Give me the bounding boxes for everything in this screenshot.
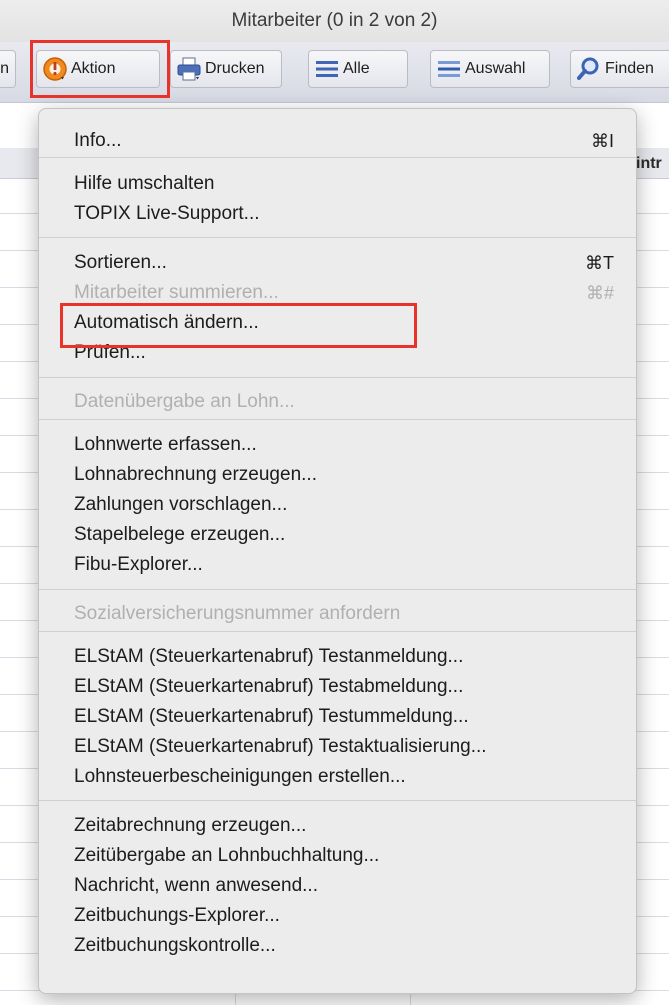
menu-item[interactable]: Fibu-Explorer...	[74, 550, 614, 580]
menu-item-label: ELStAM (Steuerkartenabruf) Testabmeldung…	[74, 676, 464, 697]
auswahl-button[interactable]: Auswahl	[430, 50, 550, 88]
menu-item-shortcut: ⌘T	[585, 253, 614, 273]
selection-list-icon	[435, 55, 463, 83]
menu-item[interactable]: Zeitübergabe an Lohnbuchhaltung...	[74, 841, 614, 871]
aktion-dropdown-menu: Info... ⌘I Hilfe umschalten TOPIX Live-Supp…	[38, 108, 637, 994]
menu-item[interactable]: Zeitbuchungskontrolle...	[74, 931, 614, 961]
menu-item[interactable]: TOPIX Live-Support...	[74, 199, 614, 229]
list-all-icon	[313, 55, 341, 83]
menu-item-label: ELStAM (Steuerkartenabruf) Testanmeldung…	[74, 646, 464, 667]
menu-item-label: Nachricht, wenn anwesend...	[74, 875, 318, 896]
column-header-fragment: intr	[636, 155, 662, 172]
toolbar-button-partial-label: n	[0, 60, 9, 77]
menu-item-label: Automatisch ändern...	[74, 312, 259, 333]
drucken-button[interactable]: Drucken	[170, 50, 282, 88]
menu-item[interactable]: Hilfe umschalten	[74, 169, 614, 199]
menu-item-label: Mitarbeiter summieren...	[74, 282, 279, 303]
menu-item-label: Datenübergabe an Lohn...	[74, 391, 295, 412]
menu-item[interactable]: Lohnabrechnung erzeugen...	[74, 460, 614, 490]
menu-item[interactable]: Nachricht, wenn anwesend...	[74, 871, 614, 901]
menu-item[interactable]: ELStAM (Steuerkartenabruf) Testaktualisi…	[74, 732, 614, 762]
menu-item[interactable]: Automatisch ändern...	[74, 308, 614, 338]
title-bar: Mitarbeiter (0 in 2 von 2)	[0, 0, 669, 43]
menu-item-label: Zeitübergabe an Lohnbuchhaltung...	[74, 845, 380, 866]
menu-item[interactable]: ELStAM (Steuerkartenabruf) Testabmeldung…	[74, 672, 614, 702]
menu-item-label: ELStAM (Steuerkartenabruf) Testummeldung…	[74, 706, 469, 727]
menu-separator	[39, 631, 636, 632]
finden-button[interactable]: Finden	[570, 50, 669, 88]
menu-item-label: Zeitbuchungskontrolle...	[74, 935, 276, 956]
menu-item: Mitarbeiter summieren... ⌘#	[74, 278, 614, 308]
menu-separator	[39, 589, 636, 590]
menu-separator	[39, 377, 636, 378]
finden-button-label: Finden	[605, 60, 654, 77]
menu-separator	[39, 419, 636, 420]
menu-item-label: Lohnsteuerbescheinigungen erstellen...	[74, 766, 406, 787]
menu-item-shortcut: ⌘#	[585, 283, 614, 303]
menu-item[interactable]: Lohnwerte erfassen...	[74, 430, 614, 460]
action-gear-icon	[41, 55, 69, 83]
menu-item: Datenübergabe an Lohn...	[74, 387, 614, 417]
menu-item-label: Lohnabrechnung erzeugen...	[74, 464, 317, 485]
menu-item[interactable]: Lohnsteuerbescheinigungen erstellen...	[74, 762, 614, 792]
auswahl-button-label: Auswahl	[465, 60, 526, 77]
menu-item-label: Prüfen...	[74, 342, 146, 363]
menu-item-label: ELStAM (Steuerkartenabruf) Testaktualisi…	[74, 736, 487, 757]
menu-item[interactable]: Zeitbuchungs-Explorer...	[74, 901, 614, 931]
menu-item-label: Lohnwerte erfassen...	[74, 434, 257, 455]
menu-item[interactable]: Stapelbelege erzeugen...	[74, 520, 614, 550]
aktion-button[interactable]: Aktion	[36, 50, 160, 88]
toolbar-button-partial[interactable]: n	[0, 50, 16, 88]
drucken-button-label: Drucken	[205, 60, 265, 77]
toolbar: n Aktion Drucken Alle Auswahl Finden	[0, 42, 669, 103]
printer-icon	[175, 55, 203, 83]
menu-item-shortcut: ⌘I	[590, 131, 614, 151]
alle-button-label: Alle	[343, 60, 370, 77]
menu-separator	[39, 157, 636, 158]
window-title: Mitarbeiter (0 in 2 von 2)	[231, 10, 438, 31]
menu-item-label: Fibu-Explorer...	[74, 554, 203, 575]
menu-item-label: Zahlungen vorschlagen...	[74, 494, 288, 515]
aktion-button-label: Aktion	[71, 60, 116, 77]
menu-item-label: Sortieren...	[74, 252, 167, 273]
menu-item-label: Zeitabrechnung erzeugen...	[74, 815, 307, 836]
menu-item-label: Stapelbelege erzeugen...	[74, 524, 286, 545]
menu-item[interactable]: ELStAM (Steuerkartenabruf) Testummeldung…	[74, 702, 614, 732]
menu-item-label: Hilfe umschalten	[74, 173, 215, 194]
menu-separator	[39, 237, 636, 238]
menu-item[interactable]: ELStAM (Steuerkartenabruf) Testanmeldung…	[74, 642, 614, 672]
menu-item-label: Zeitbuchungs-Explorer...	[74, 905, 280, 926]
alle-button[interactable]: Alle	[308, 50, 408, 88]
menu-separator	[39, 800, 636, 801]
menu-item-label: TOPIX Live-Support...	[74, 203, 260, 224]
menu-item[interactable]: Zeitabrechnung erzeugen...	[74, 811, 614, 841]
menu-item-label: Sozialversicherungsnummer anfordern	[74, 603, 401, 624]
menu-item: Sozialversicherungsnummer anfordern	[74, 599, 614, 629]
menu-item-label: Info...	[74, 130, 122, 151]
menu-item[interactable]: Zahlungen vorschlagen...	[74, 490, 614, 520]
menu-item[interactable]: Sortieren... ⌘T	[74, 248, 614, 278]
menu-item[interactable]: Prüfen...	[74, 338, 614, 368]
magnifier-icon	[575, 55, 603, 83]
menu-item[interactable]: Info... ⌘I	[74, 126, 614, 156]
